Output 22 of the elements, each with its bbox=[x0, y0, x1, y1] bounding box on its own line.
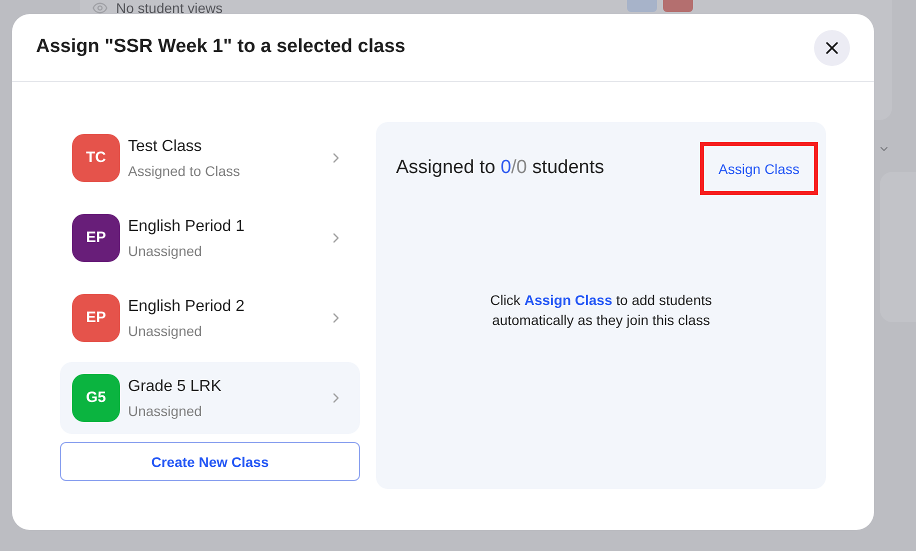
class-avatar: EP bbox=[72, 294, 120, 342]
class-name: English Period 2 bbox=[128, 296, 246, 316]
class-item[interactable]: G5 Grade 5 LRK Unassigned bbox=[60, 362, 360, 434]
assign-hint: Click Assign Class to add students automatically as they join this class bbox=[489, 291, 713, 330]
assigned-heading: Assigned to 0/0 students bbox=[396, 156, 604, 180]
class-status: Assigned to Class bbox=[128, 162, 242, 181]
assign-class-link[interactable]: Assign Class bbox=[524, 292, 612, 308]
class-name: Grade 5 LRK bbox=[128, 376, 222, 396]
assign-class-button[interactable]: Assign Class bbox=[700, 142, 818, 195]
class-status: Unassigned bbox=[128, 402, 203, 421]
create-class-button[interactable]: Create New Class bbox=[60, 442, 360, 481]
class-name: English Period 1 bbox=[128, 216, 246, 236]
dialog-title: Assign "SSR Week 1" to a selected class bbox=[36, 35, 406, 60]
class-avatar: EP bbox=[72, 214, 120, 262]
class-name: Test Class bbox=[128, 136, 203, 156]
close-button[interactable] bbox=[814, 30, 850, 66]
views-label: No student views bbox=[116, 0, 223, 16]
class-status: Unassigned bbox=[128, 322, 203, 341]
eye-icon bbox=[92, 0, 108, 16]
class-avatar: TC bbox=[72, 134, 120, 182]
class-status: Unassigned bbox=[128, 242, 203, 261]
class-avatar: G5 bbox=[72, 374, 120, 422]
